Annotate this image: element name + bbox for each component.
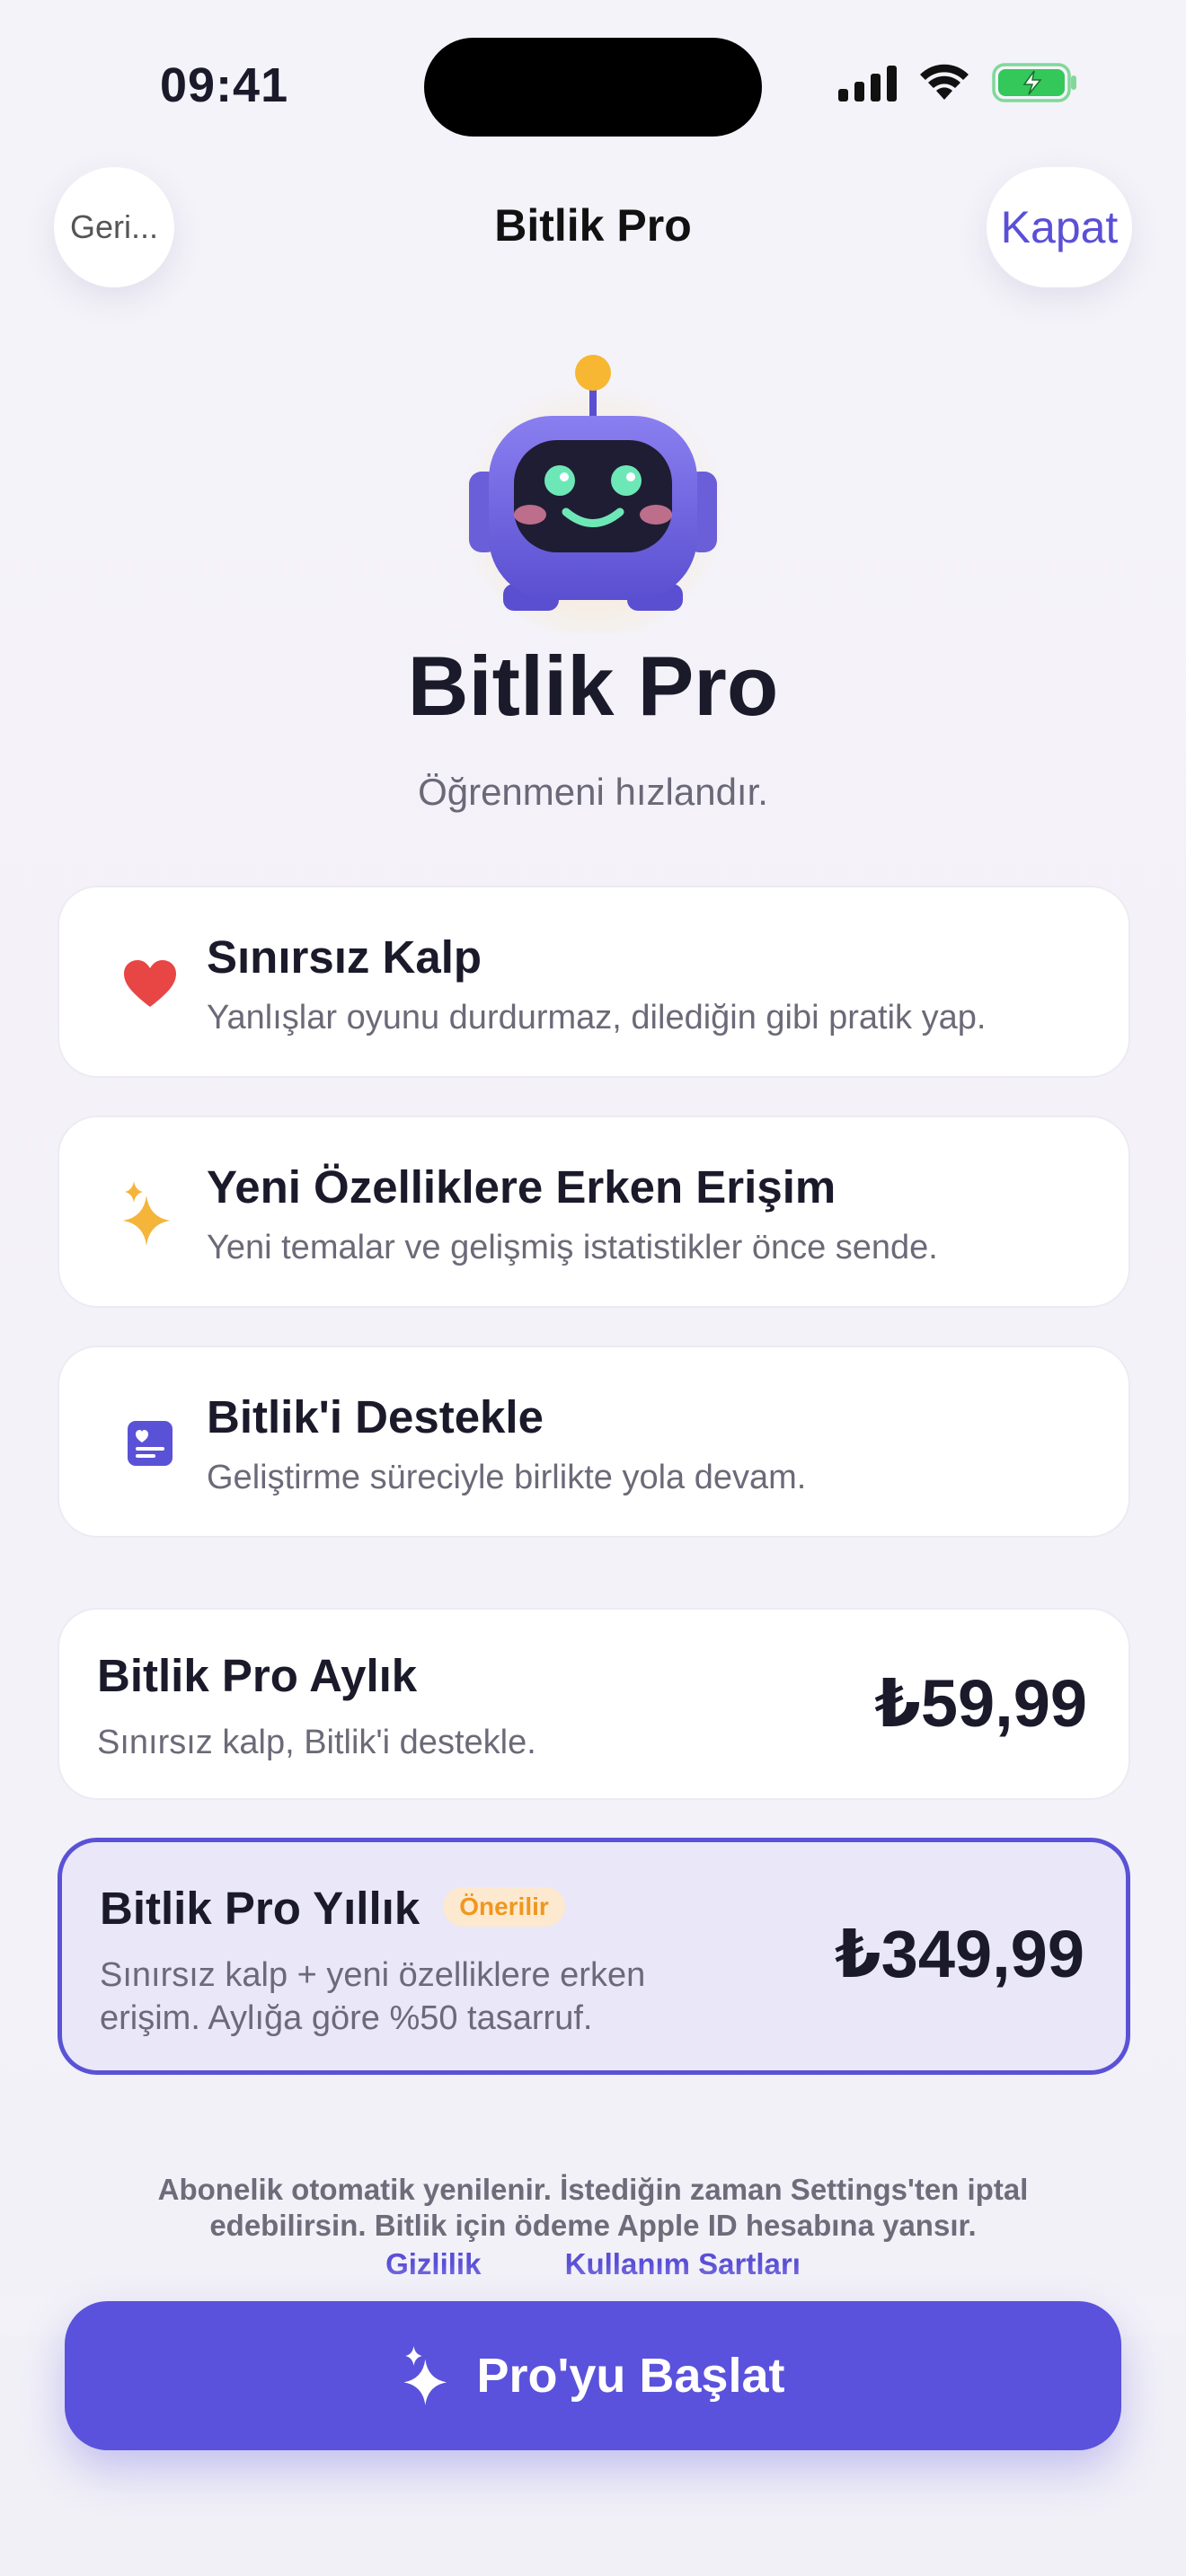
feature-description: Yeni temalar ve gelişmiş istatistikler ö… bbox=[207, 1229, 938, 1266]
sparkles-icon bbox=[403, 2346, 447, 2405]
status-time: 09:41 bbox=[160, 58, 289, 112]
feature-title: Yeni Özelliklere Erken Erişim bbox=[207, 1161, 836, 1213]
note-heart-icon bbox=[110, 1403, 190, 1484]
battery-icon bbox=[992, 63, 1076, 102]
plan-description: Sınırsız kalp, Bitlik'i destekle. bbox=[97, 1724, 536, 1761]
plan-yearly-option[interactable]: Bitlik Pro Yıllık Önerilir Sınırsız kalp … bbox=[58, 1838, 1130, 2075]
start-pro-label: Pro'yu Başlat bbox=[476, 2349, 785, 2403]
sparkles-icon bbox=[110, 1173, 190, 1254]
hero-subtitle: Öğrenmeni hızlandır. bbox=[418, 771, 768, 813]
status-icons bbox=[838, 63, 1078, 102]
feature-card-unlimited-hearts: Sınırsız Kalp Yanlışlar oyunu durdurmaz,… bbox=[58, 886, 1130, 1078]
feature-description: Geliştirme süreciyle birlikte yola devam… bbox=[207, 1459, 807, 1496]
feature-title: Sınırsız Kalp bbox=[207, 931, 482, 983]
feature-card-early-access: Yeni Özelliklere Erken Erişim Yeni temal… bbox=[58, 1116, 1130, 1308]
heart-icon bbox=[110, 943, 190, 1024]
robot-mascot-icon bbox=[458, 355, 728, 633]
plan-title-row: Bitlik Pro Yıllık Önerilir bbox=[100, 1882, 565, 1935]
feature-title: Bitlik'i Destekle bbox=[207, 1391, 544, 1442]
plan-price: ₺59,99 bbox=[874, 1666, 1087, 1741]
recommended-badge: Önerilir bbox=[443, 1886, 565, 1927]
wifi-icon bbox=[920, 64, 969, 100]
paywall-screen: 09:41 Geri... Bitlik Pro Kapat Bitlik Pr… bbox=[0, 0, 1186, 2576]
cellular-signal-icon bbox=[838, 64, 897, 101]
legal-notice: Abonelik otomatik yenilenir. İstediğin z… bbox=[157, 2173, 1029, 2242]
close-button[interactable]: Kapat bbox=[987, 167, 1132, 287]
feature-card-support: Bitlik'i Destekle Geliştirme süreciyle b… bbox=[58, 1345, 1130, 1538]
feature-description: Yanlışlar oyunu durdurmaz, dilediğin gib… bbox=[207, 999, 987, 1037]
start-pro-button[interactable]: Pro'yu Başlat bbox=[65, 2301, 1121, 2450]
plan-monthly-option[interactable]: Bitlik Pro Aylık Sınırsız kalp, Bitlik'i… bbox=[58, 1608, 1130, 1800]
plan-title: Bitlik Pro Aylık bbox=[97, 1650, 418, 1701]
plan-price: ₺349,99 bbox=[835, 1917, 1084, 1991]
plan-description: Sınırsız kalp + yeni özelliklere erken e… bbox=[100, 1956, 646, 2037]
hero-title: Bitlik Pro bbox=[407, 639, 779, 733]
dynamic-island bbox=[424, 38, 762, 137]
plan-title: Bitlik Pro Yıllık bbox=[100, 1883, 420, 1934]
